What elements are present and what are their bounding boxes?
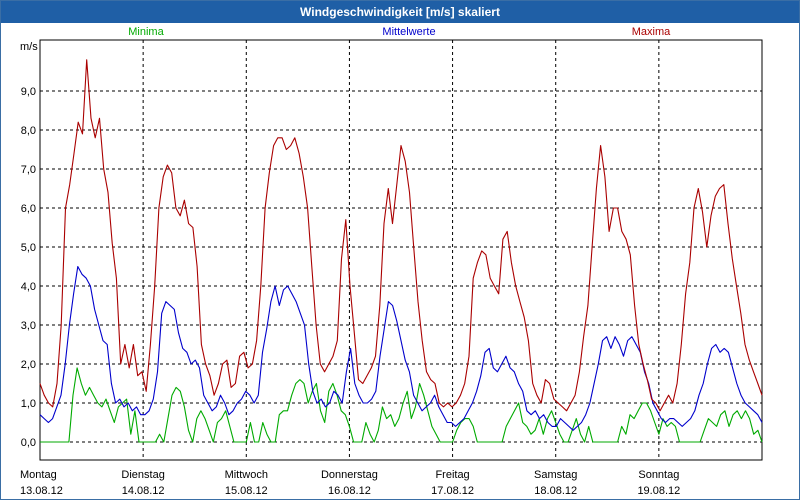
x-tick-label-day: Samstag [534,469,577,481]
legend-maxima: Maxima [632,26,671,38]
x-tick-label-day: Mittwoch [225,469,268,481]
x-tick-label-date: 16.08.12 [328,485,371,497]
y-tick-label: 7,0 [21,164,36,176]
x-tick-label-date: 19.08.12 [637,485,680,497]
x-tick-label-date: 15.08.12 [225,485,268,497]
axes [39,39,763,461]
y-tick-label: 8,0 [21,125,36,137]
y-tick-label: 6,0 [21,203,36,215]
y-tick-label: 3,0 [21,320,36,332]
series-group [39,59,763,443]
grid [40,40,762,460]
y-tick-label: 2,0 [21,359,36,371]
x-tick-label-date: 17.08.12 [431,485,474,497]
labels-group: 0,0 1,0 2,0 3,0 4,0 5,0 6,0 7,0 8,0 9,0 m/s Montag 1… [20,26,680,497]
x-tick-label-day: Sonntag [638,469,679,481]
y-tick-label: 5,0 [21,242,36,254]
plot-frame [39,39,763,461]
y-tick-label: 4,0 [21,281,36,293]
wind-speed-chart: 0,0 1,0 2,0 3,0 4,0 5,0 6,0 7,0 8,0 9,0 m/s Montag 1… [20,26,763,497]
legend-mittelwerte: Mittelwerte [382,26,435,38]
series-line-mittelwerte [39,265,763,431]
x-tick-label-date: 18.08.12 [534,485,577,497]
y-tick-label: 0,0 [21,437,36,449]
legend-minima: Minima [128,26,164,38]
x-tick-label-day: Freitag [435,469,469,481]
x-tick-label-day: Montag [20,469,57,481]
y-tick-label: 9,0 [21,86,36,98]
y-tick-label: 1,0 [21,398,36,410]
series-line-maxima [39,59,763,412]
x-tick-label-day: Dienstag [121,469,164,481]
x-tick-label-date: 13.08.12 [20,485,63,497]
x-tick-label-day: Donnerstag [321,469,378,481]
x-tick-label-date: 14.08.12 [122,485,165,497]
y-axis-label: m/s [20,41,38,53]
